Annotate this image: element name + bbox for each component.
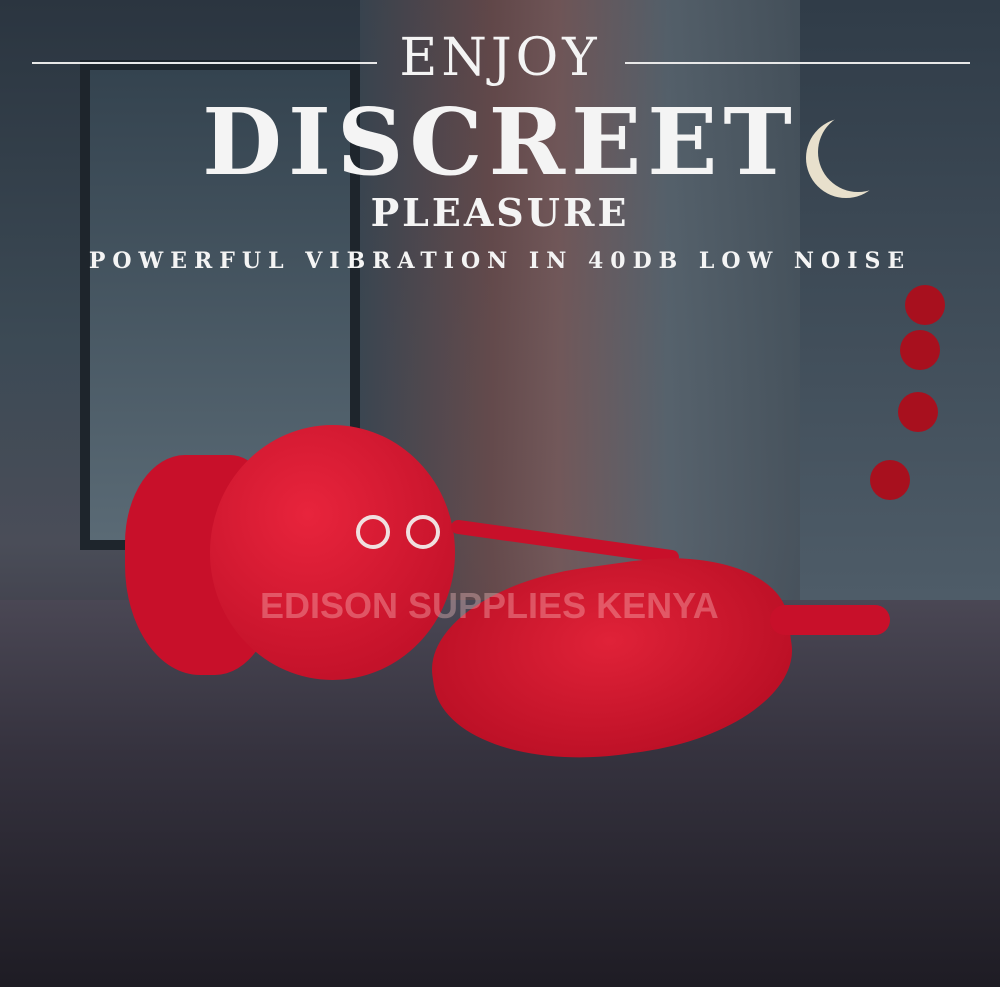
rose-flower [870, 460, 910, 500]
product-button-icon [406, 515, 440, 549]
watermark: EDISON SUPPLIES KENYA [260, 585, 719, 626]
product-button-icon [356, 515, 390, 549]
product-tail [770, 605, 890, 635]
headline-enjoy: ENJOY [399, 28, 601, 88]
headline-discreet: DISCREET [202, 88, 798, 196]
headline-pleasure: PLEASURE [370, 190, 630, 235]
rose-flower [905, 285, 945, 325]
product-head [210, 425, 455, 680]
subtitle: POWERFUL VIBRATION IN 40DB LOW NOISE [88, 248, 912, 274]
rose-flower [898, 392, 938, 432]
rose-flower [900, 330, 940, 370]
